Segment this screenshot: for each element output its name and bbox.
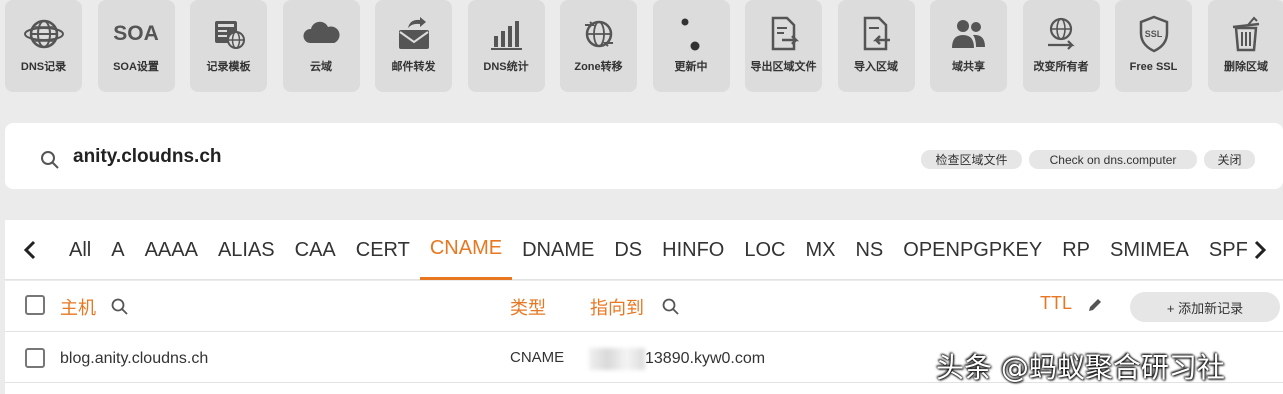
tool-updating[interactable]: 更新中 <box>652 0 730 92</box>
column-type[interactable]: 类型 <box>510 294 546 320</box>
tool-dns-records[interactable]: DNS记录 <box>5 0 82 92</box>
ssl-shield-icon: SSL <box>1134 14 1174 54</box>
zone-name: anity.cloudns.ch <box>73 146 222 167</box>
record-type-tabs: All A AAAA ALIAS CAA CERT CNAME DNAME DS HINFO LOC… <box>5 220 1283 280</box>
tab-caa[interactable]: CAA <box>285 220 346 280</box>
tool-label: SOA设置 <box>113 61 159 73</box>
tab-ns[interactable]: NS <box>845 220 893 280</box>
tab-smimea[interactable]: SMIMEA <box>1100 220 1199 280</box>
search-icon[interactable] <box>661 297 681 317</box>
column-host[interactable]: 主机 <box>60 294 96 320</box>
chevron-left-icon[interactable] <box>18 237 42 263</box>
soa-text-icon: SOA <box>113 14 159 54</box>
tab-dname[interactable]: DNAME <box>512 220 604 280</box>
template-icon <box>209 14 249 54</box>
search-icon[interactable] <box>110 297 130 317</box>
tool-soa-settings[interactable]: SOA SOA设置 <box>97 0 175 92</box>
tool-label: Zone转移 <box>574 61 623 73</box>
trash-icon <box>1226 14 1266 54</box>
tab-ds[interactable]: DS <box>604 220 652 280</box>
globe-transfer-icon <box>579 14 619 54</box>
tool-domain-share[interactable]: 域共享 <box>930 0 1007 92</box>
tool-label: 邮件转发 <box>391 61 436 73</box>
record-points-to: 13890.kyw0.com <box>645 350 766 367</box>
close-button[interactable]: 关闭 <box>1204 150 1255 169</box>
mail-forward-icon <box>394 14 434 54</box>
tool-label: DNS记录 <box>20 61 67 73</box>
chevron-right-icon[interactable] <box>1248 237 1272 263</box>
tab-a[interactable]: A <box>101 220 134 280</box>
tab-all[interactable]: All <box>59 220 101 280</box>
tool-export-zone[interactable]: 导出区域文件 <box>745 0 822 92</box>
select-all-checkbox[interactable] <box>25 295 45 315</box>
change-owner-icon <box>1041 14 1081 54</box>
tab-openpgpkey[interactable]: OPENPGPKEY <box>893 220 1052 280</box>
tab-hinfo[interactable]: HINFO <box>652 220 734 280</box>
tool-label: 更新中 <box>674 61 708 73</box>
tool-change-owner[interactable]: 改变所有者 <box>1022 0 1100 92</box>
tool-label: Free SSL <box>1129 61 1178 73</box>
tool-record-templates[interactable]: 记录模板 <box>190 0 267 92</box>
cloud-icon <box>301 14 341 54</box>
tool-label: 域共享 <box>952 61 985 73</box>
tab-cert[interactable]: CERT <box>346 220 420 280</box>
column-points-to[interactable]: 指向到 <box>590 294 644 320</box>
tab-loc[interactable]: LOC <box>734 220 795 280</box>
pencil-icon[interactable] <box>1086 296 1104 314</box>
tab-alias[interactable]: ALIAS <box>208 220 285 280</box>
toolbar: DNS记录 SOA SOA设置 记录模板 云域 邮件转发 DNS统计 Zone转… <box>5 0 1283 93</box>
check-zone-file-button[interactable]: 检查区域文件 <box>921 150 1022 169</box>
tool-label: 改变所有者 <box>1033 61 1089 73</box>
import-file-icon <box>856 14 896 54</box>
users-icon <box>949 14 989 54</box>
export-file-icon <box>764 14 804 54</box>
tool-zone-transfer[interactable]: Zone转移 <box>560 0 637 92</box>
tab-aaaa[interactable]: AAAA <box>135 220 208 280</box>
dots-icon <box>671 14 711 54</box>
table-header: 主机 类型 指向到 TTL + 添加新记录 <box>5 281 1283 332</box>
row-checkbox[interactable] <box>25 348 45 368</box>
tool-cloud-domain[interactable]: 云域 <box>282 0 360 92</box>
tool-free-ssl[interactable]: SSL Free SSL <box>1115 0 1192 92</box>
tool-import-zone[interactable]: 导入区域 <box>837 0 915 92</box>
tool-delete-zone[interactable]: 删除区域 <box>1207 0 1283 92</box>
tool-label: 导出区域文件 <box>750 61 817 73</box>
redacted-blur <box>589 348 645 370</box>
tab-rp[interactable]: RP <box>1052 220 1100 280</box>
search-icon <box>41 151 59 169</box>
tool-label: 记录模板 <box>206 61 251 73</box>
record-host: blog.anity.cloudns.ch <box>60 350 209 367</box>
ssl-icon-text: SSL <box>1144 29 1163 39</box>
tab-list: All A AAAA ALIAS CAA CERT CNAME DNAME DS HINFO LOC… <box>59 220 1258 280</box>
add-record-button[interactable]: + 添加新记录 <box>1130 292 1280 322</box>
tool-dns-stats[interactable]: DNS统计 <box>467 0 545 92</box>
tool-label: 云域 <box>310 61 332 73</box>
tool-label: 删除区域 <box>1224 61 1268 73</box>
tool-label: 导入区域 <box>854 61 898 73</box>
record-type: CNAME <box>510 349 565 366</box>
tab-cname[interactable]: CNAME <box>419 220 513 280</box>
column-ttl[interactable]: TTL <box>1040 293 1072 314</box>
soa-icon-text: SOA <box>113 22 159 45</box>
zone-card: anity.cloudns.ch 检查区域文件 Check on dns.com… <box>5 123 1283 189</box>
tool-label: DNS统计 <box>483 61 529 73</box>
check-on-dns-computer-button[interactable]: Check on dns.computer <box>1029 150 1197 169</box>
bar-chart-icon <box>486 14 526 54</box>
tool-mail-forward[interactable]: 邮件转发 <box>375 0 452 92</box>
globe-icon <box>23 14 64 54</box>
watermark: 头条 @蚂蚁聚合研习社 <box>936 351 1225 384</box>
tab-mx[interactable]: MX <box>795 220 845 280</box>
